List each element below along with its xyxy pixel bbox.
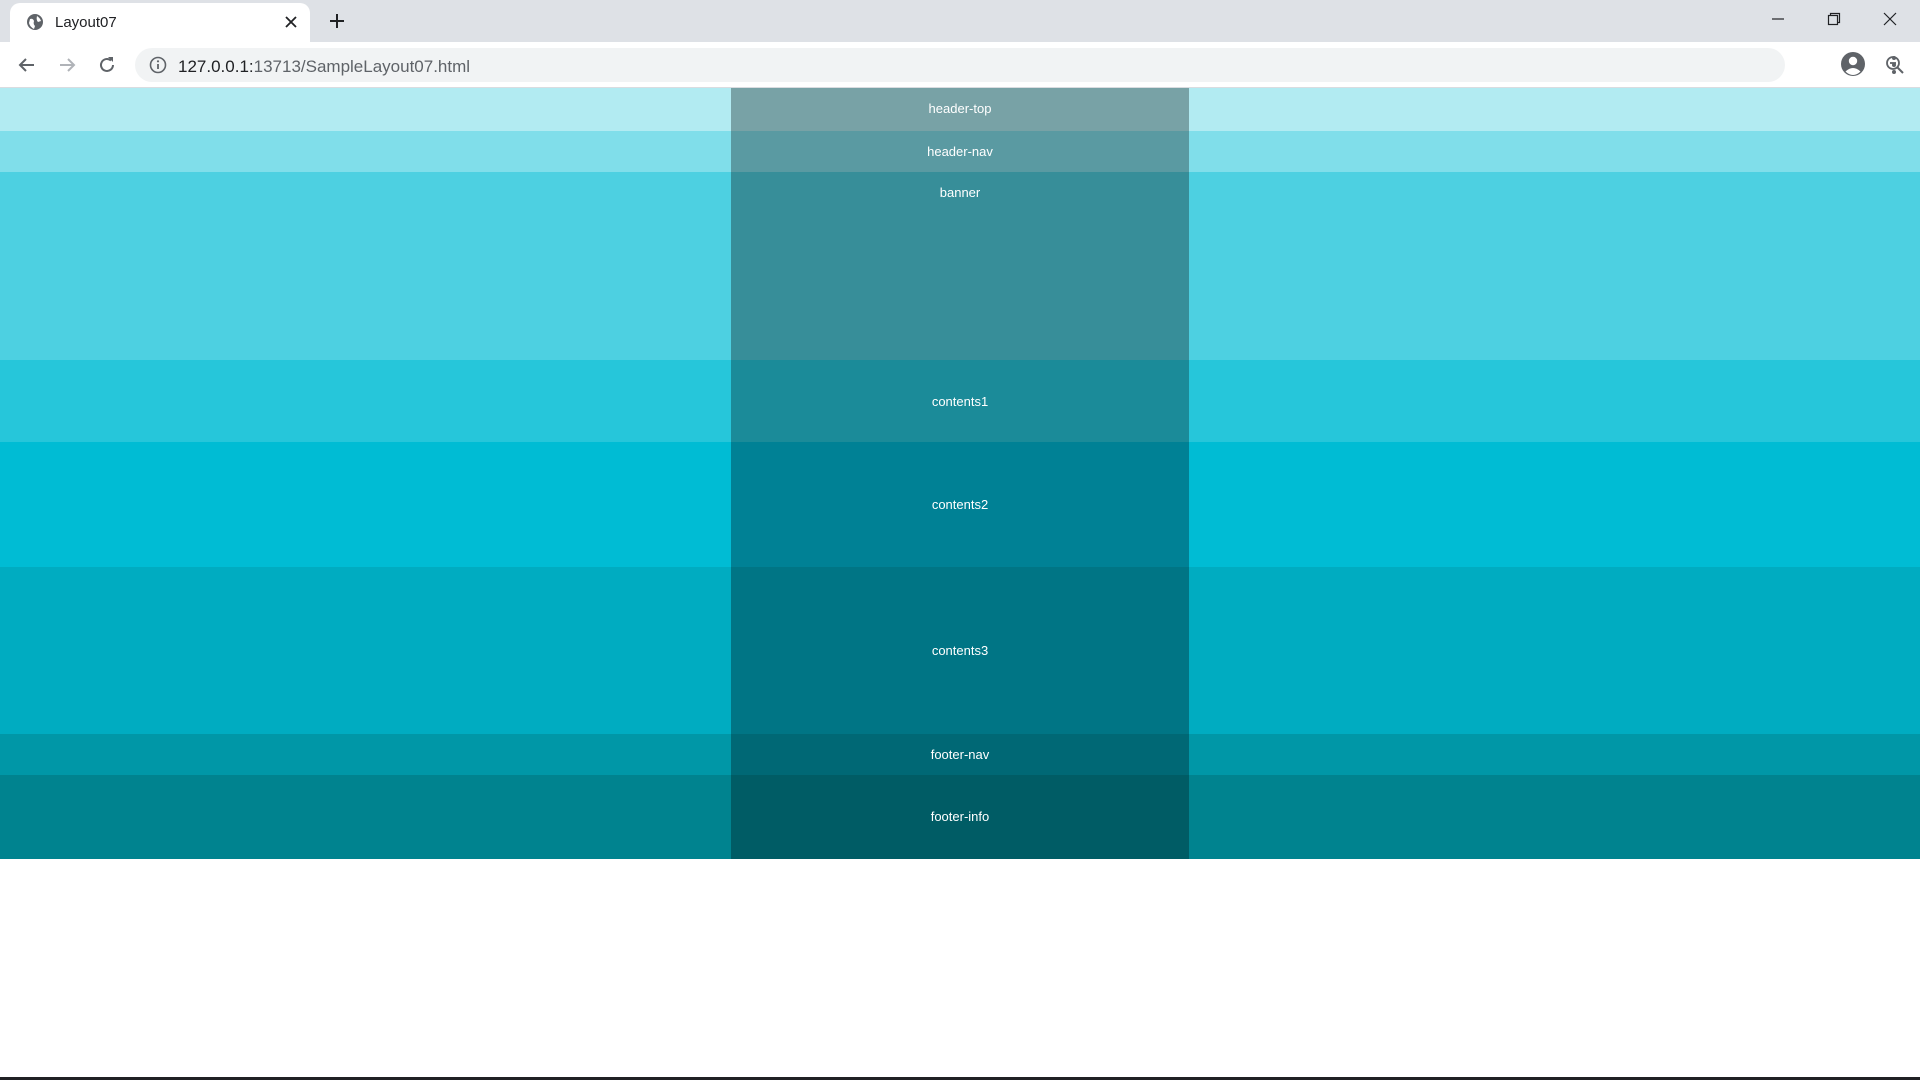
footer-info-section: footer-info [0, 775, 1920, 859]
contents2-label: contents2 [931, 497, 989, 512]
address-bar[interactable]: 127.0.0.1:13713/SampleLayout07.html [135, 48, 1904, 82]
banner-inner: banner [731, 172, 1189, 360]
window-close-button[interactable] [1862, 0, 1918, 38]
reload-button[interactable] [95, 53, 119, 77]
contents3-inner: contents3 [731, 567, 1189, 734]
footer-nav-inner: footer-nav [731, 734, 1189, 775]
footer-info-label: footer-info [930, 809, 990, 824]
tab-title: Layout07 [55, 14, 117, 31]
browser-toolbar: 127.0.0.1:13713/SampleLayout07.html [0, 42, 1920, 88]
header-top-section: header-top [0, 88, 1920, 131]
header-nav-section: header-nav [0, 131, 1920, 172]
close-icon [1883, 12, 1897, 26]
globe-icon [27, 14, 43, 30]
url-path: 13713/SampleLayout07.html [253, 57, 471, 76]
close-icon[interactable] [283, 14, 299, 30]
page-viewport: header-top header-nav banner contents1 c… [0, 88, 1920, 1080]
contents2-inner: contents2 [731, 442, 1189, 567]
info-icon[interactable] [149, 56, 167, 74]
header-nav-inner: header-nav [731, 131, 1189, 172]
banner-label: banner [939, 185, 981, 200]
arrow-left-icon [18, 58, 34, 72]
header-nav-label: header-nav [927, 144, 993, 159]
minimize-button[interactable] [1750, 0, 1806, 38]
contents3-section: contents3 [0, 567, 1920, 734]
tab-strip: Layout07 [0, 0, 1920, 42]
more-vert-icon[interactable] [1882, 53, 1906, 77]
back-button[interactable] [15, 53, 39, 77]
arrow-right-icon [60, 58, 76, 72]
restore-icon [1827, 12, 1841, 26]
footer-nav-section: footer-nav [0, 734, 1920, 775]
contents3-label: contents3 [931, 643, 989, 658]
contents1-section: contents1 [0, 360, 1920, 442]
header-top-label: header-top [928, 101, 992, 116]
url-host: 127.0.0.1: [178, 57, 254, 76]
plus-icon[interactable] [327, 11, 347, 31]
minimize-icon [1772, 18, 1784, 20]
contents2-section: contents2 [0, 442, 1920, 567]
header-top-inner: header-top [731, 88, 1189, 131]
restore-button[interactable] [1806, 0, 1862, 38]
banner-section: banner [0, 172, 1920, 360]
profile-icon[interactable] [1840, 51, 1866, 77]
contents1-inner: contents1 [731, 360, 1189, 442]
browser-tab[interactable]: Layout07 [10, 3, 310, 42]
forward-button[interactable] [55, 53, 79, 77]
footer-info-inner: footer-info [731, 775, 1189, 859]
contents1-label: contents1 [931, 394, 989, 409]
url-text[interactable]: 127.0.0.1:13713/SampleLayout07.html [178, 57, 470, 77]
footer-nav-label: footer-nav [930, 747, 990, 762]
reload-icon [100, 57, 114, 72]
